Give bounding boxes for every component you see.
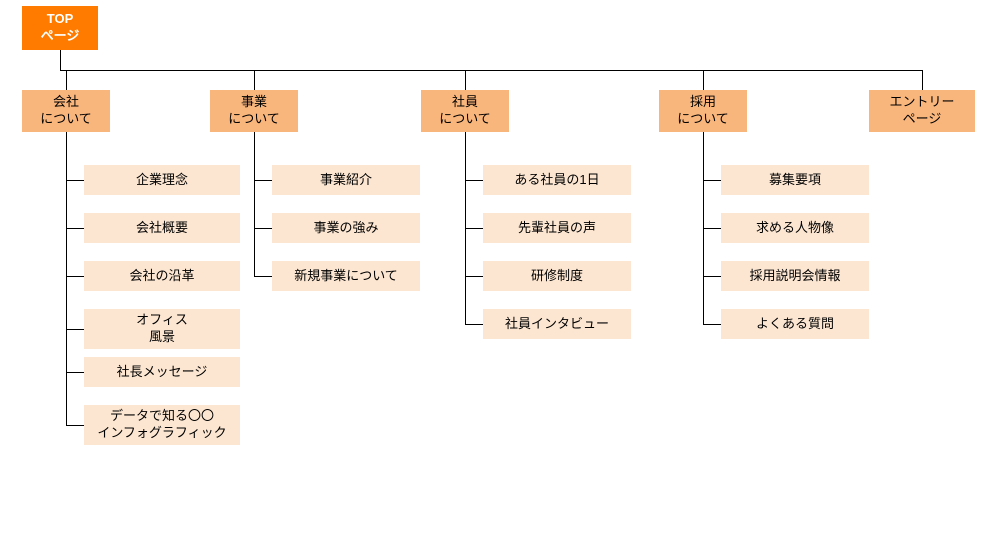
conn-branch-0-5 — [66, 425, 84, 426]
item-0-3: オフィス 風景 — [84, 309, 240, 349]
conn-branch-1-0 — [254, 180, 272, 181]
item-0-5: データで知る〇〇 インフォグラフィック — [84, 405, 240, 445]
item-3-2: 採用説明会情報 — [721, 261, 869, 291]
item-2-0: ある社員の1日 — [483, 165, 631, 195]
conn-branch-0-2 — [66, 276, 84, 277]
conn-cat-drop-4 — [922, 70, 923, 90]
category-4: エントリー ページ — [869, 90, 975, 132]
item-0-1: 会社概要 — [84, 213, 240, 243]
conn-branch-0-1 — [66, 228, 84, 229]
root-node: TOP ページ — [22, 6, 98, 50]
conn-branch-3-1 — [703, 228, 721, 229]
item-2-1: 先輩社員の声 — [483, 213, 631, 243]
conn-spine-0 — [66, 132, 67, 426]
conn-cat-drop-2 — [465, 70, 466, 90]
conn-cat-drop-3 — [703, 70, 704, 90]
conn-branch-2-3 — [465, 324, 483, 325]
conn-cat-drop-0 — [66, 70, 67, 90]
category-3: 採用 について — [659, 90, 747, 132]
conn-branch-3-0 — [703, 180, 721, 181]
item-0-2: 会社の沿革 — [84, 261, 240, 291]
item-3-1: 求める人物像 — [721, 213, 869, 243]
conn-branch-0-3 — [66, 329, 84, 330]
conn-branch-2-1 — [465, 228, 483, 229]
conn-spine-1 — [254, 132, 255, 277]
item-0-0: 企業理念 — [84, 165, 240, 195]
item-2-3: 社員インタビュー — [483, 309, 631, 339]
category-0: 会社 について — [22, 90, 110, 132]
conn-branch-2-0 — [465, 180, 483, 181]
category-1: 事業 について — [210, 90, 298, 132]
conn-spine-3 — [703, 132, 704, 325]
conn-branch-0-0 — [66, 180, 84, 181]
conn-branch-1-1 — [254, 228, 272, 229]
conn-spine-2 — [465, 132, 466, 325]
conn-main-h — [60, 70, 923, 71]
item-1-1: 事業の強み — [272, 213, 420, 243]
item-1-0: 事業紹介 — [272, 165, 420, 195]
category-2: 社員 について — [421, 90, 509, 132]
conn-branch-3-3 — [703, 324, 721, 325]
conn-branch-2-2 — [465, 276, 483, 277]
conn-branch-3-2 — [703, 276, 721, 277]
item-1-2: 新規事業について — [272, 261, 420, 291]
conn-branch-1-2 — [254, 276, 272, 277]
item-2-2: 研修制度 — [483, 261, 631, 291]
item-3-0: 募集要項 — [721, 165, 869, 195]
item-0-4: 社長メッセージ — [84, 357, 240, 387]
conn-branch-0-4 — [66, 372, 84, 373]
item-3-3: よくある質問 — [721, 309, 869, 339]
conn-root-down — [60, 50, 61, 70]
conn-cat-drop-1 — [254, 70, 255, 90]
